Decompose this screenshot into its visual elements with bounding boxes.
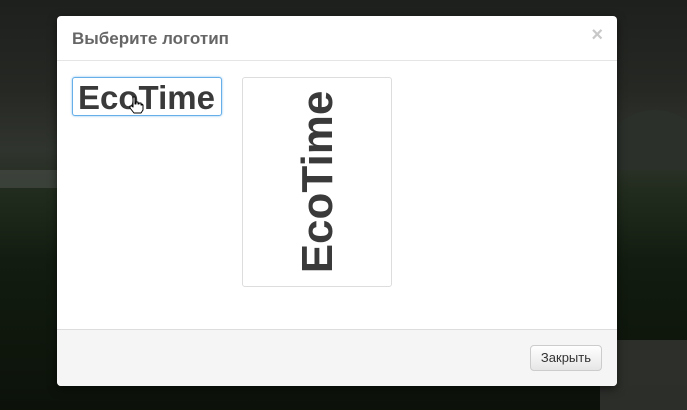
close-button[interactable]: Закрыть	[529, 345, 602, 371]
close-icon[interactable]: ×	[591, 25, 603, 45]
logo-option-vertical[interactable]: EcoTime	[242, 77, 392, 287]
backdrop-lake	[0, 170, 60, 188]
logo-text-vertical: EcoTime	[293, 90, 342, 274]
logo-text-horizontal: EcoTime	[78, 79, 215, 116]
modal-footer: Закрыть	[57, 329, 617, 386]
modal-body: EcoTime EcoTime	[57, 61, 617, 329]
modal-title: Выберите логотип	[72, 29, 229, 48]
logo-option-horizontal[interactable]: EcoTime	[72, 77, 222, 116]
modal-header: Выберите логотип ×	[57, 16, 617, 61]
logo-picker-modal: Выберите логотип × EcoTime EcoTime Закры…	[57, 16, 617, 386]
